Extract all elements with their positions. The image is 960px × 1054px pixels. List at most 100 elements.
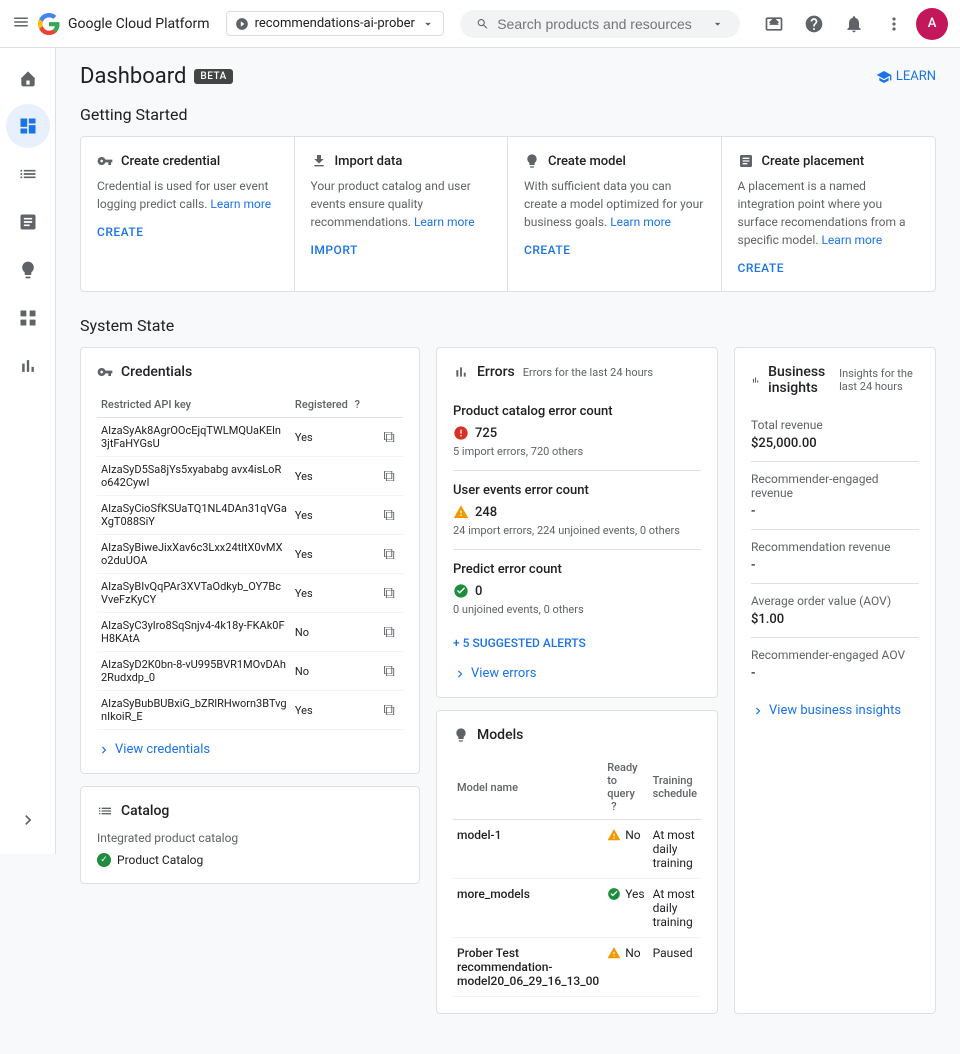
gs-learn-link-import[interactable]: Learn more [414, 215, 475, 229]
copy-cell[interactable]: ⧉ [379, 496, 403, 535]
search-bar[interactable] [460, 10, 740, 38]
table-row: AIzaSyC3ylro8SqSnjv4-4k18y-FKAk0FH8KAtA … [97, 613, 403, 652]
error-detail: 5 import errors, 720 others [453, 445, 701, 458]
copy-cell[interactable]: ⧉ [379, 418, 403, 457]
model-schedule-cell: At most daily training [649, 820, 701, 879]
catalog-item: ✓ Product Catalog [97, 853, 403, 867]
credentials-table: Restricted API key Registered ? AIzaSyAk… [97, 392, 403, 730]
gs-learn-link-credential[interactable]: Learn more [210, 197, 271, 211]
more-icon[interactable] [876, 6, 912, 42]
api-key-cell: AIzaSyC3ylro8SqSnjv4-4k18y-FKAk0FH8KAtA [97, 613, 291, 652]
sidebar-item-chart[interactable] [6, 200, 50, 244]
insight-item: Average order value (AOV) $1.00 [751, 584, 919, 638]
copy-cell[interactable]: ⧉ [379, 691, 403, 730]
gs-learn-link-model[interactable]: Learn more [610, 215, 671, 229]
insights-header: Business insights Insights for the last … [751, 364, 919, 396]
models-title: Models [477, 727, 523, 743]
insight-label: Recommender-engaged AOV [751, 648, 919, 662]
registered-cell: Yes [291, 691, 380, 730]
table-row: AIzaSyD2K0bn-8-vU995BVR1MOvDAh2Rudxdp_0 … [97, 652, 403, 691]
insight-label: Total revenue [751, 418, 919, 432]
insight-label: Recommender-engaged revenue [751, 472, 919, 500]
api-key-cell: AIzaSyAk8AgrOOcEjqTWLMQUaKEln3jtFaHYGsU [97, 418, 291, 457]
insight-value: - [751, 666, 919, 681]
table-row: AIzaSyBIvQqPAr3XVTaOdkyb_OY7BcVveFzKyCY … [97, 574, 403, 613]
view-insights-link[interactable]: View business insights [751, 703, 919, 718]
error-detail: 0 unjoined events, 0 others [453, 603, 701, 616]
sidebar-item-grid[interactable] [6, 296, 50, 340]
catalog-title: Catalog [121, 803, 169, 819]
model-name-cell: Prober Test recommendation-model20_06_29… [453, 938, 603, 997]
gs-card-placement: Create placement A placement is a named … [722, 137, 936, 291]
learn-button[interactable]: LEARN [876, 69, 936, 85]
gs-learn-link-placement[interactable]: Learn more [821, 233, 882, 247]
gs-card-credential: Create credential Credential is used for… [81, 137, 295, 291]
error-title: Predict error count [453, 562, 701, 577]
copy-cell[interactable]: ⧉ [379, 574, 403, 613]
gs-action-model[interactable]: CREATE [524, 243, 705, 257]
gs-action-placement[interactable]: CREATE [738, 261, 920, 275]
insight-item: Total revenue $25,000.00 [751, 408, 919, 462]
model-schedule-cell: At most daily training [649, 879, 701, 938]
getting-started-grid: Create credential Credential is used for… [80, 136, 936, 292]
gs-action-import[interactable]: IMPORT [311, 243, 492, 257]
project-name: recommendations-ai-prober [255, 16, 415, 31]
search-input[interactable] [497, 16, 703, 32]
registered-cell: Yes [291, 418, 380, 457]
model-schedule-cell: Paused [649, 938, 701, 997]
gs-action-credential[interactable]: CREATE [97, 225, 278, 239]
error-item: Predict error count 0 0 unjoined events,… [453, 550, 701, 628]
suggested-alerts-link[interactable]: + 5 SUGGESTED ALERTS [453, 628, 701, 658]
sidebar-item-list[interactable] [6, 152, 50, 196]
help-icon[interactable] [796, 6, 832, 42]
menu-icon[interactable] [12, 13, 30, 35]
catalog-header: Catalog [97, 803, 403, 819]
ready-help-icon[interactable]: ? [611, 800, 616, 813]
col-model-name: Model name [453, 755, 603, 820]
check-circle-icon: ✓ [97, 853, 111, 867]
insight-item: Recommendation revenue - [751, 530, 919, 584]
api-key-cell: AIzaSyBIvQqPAr3XVTaOdkyb_OY7BcVveFzKyCY [97, 574, 291, 613]
catalog-subtitle: Integrated product catalog [97, 831, 403, 845]
sidebar-item-home[interactable] [6, 56, 50, 100]
insight-label: Average order value (AOV) [751, 594, 919, 608]
view-credentials-link[interactable]: View credentials [97, 742, 403, 757]
sidebar-item-lightbulb[interactable] [6, 248, 50, 292]
sidebar-item-expand[interactable] [6, 798, 50, 842]
project-selector[interactable]: recommendations-ai-prober [226, 11, 444, 36]
sidebar-item-bar-chart[interactable] [6, 344, 50, 388]
table-row: AIzaSyCioSfKSUaTQ1NL4DAn31qVGaXgT088SiY … [97, 496, 403, 535]
arrow-right-icon2 [453, 667, 467, 681]
avatar[interactable]: A [916, 8, 948, 40]
errors-card: Errors Errors for the last 24 hours Prod… [436, 347, 718, 698]
sidebar [0, 48, 56, 854]
catalog-item-label: Product Catalog [117, 853, 203, 867]
gs-desc-model: With sufficient data you can create a mo… [524, 177, 705, 231]
errors-title: Errors [477, 364, 515, 380]
insights-title: Business insights [768, 364, 831, 396]
view-errors-link[interactable]: View errors [453, 666, 701, 681]
table-row: Prober Test recommendation-model20_06_29… [453, 938, 701, 997]
system-state-grid: Credentials Restricted API key Registere… [80, 347, 936, 1014]
search-dropdown-icon [711, 16, 724, 32]
catalog-icon [97, 803, 113, 819]
table-row: AIzaSyAk8AgrOOcEjqTWLMQUaKEln3jtFaHYGsU … [97, 418, 403, 457]
gs-title-text: Create credential [121, 154, 220, 169]
gs-card-title-placement: Create placement [738, 153, 920, 169]
copy-cell[interactable]: ⧉ [379, 652, 403, 691]
sidebar-item-dashboard[interactable] [6, 104, 50, 148]
credentials-header: Credentials [97, 364, 403, 380]
right-column: Business insights Insights for the last … [734, 347, 936, 1014]
catalog-card: Catalog Integrated product catalog ✓ Pro… [80, 786, 420, 884]
copy-cell[interactable]: ⧉ [379, 457, 403, 496]
notifications-icon[interactable] [836, 6, 872, 42]
main-content: Dashboard BETA LEARN Getting Started Cre… [56, 48, 960, 1054]
copy-cell[interactable]: ⧉ [379, 613, 403, 652]
insight-value: $25,000.00 [751, 436, 919, 451]
terminal-icon[interactable] [756, 6, 792, 42]
insight-item: Recommender-engaged AOV - [751, 638, 919, 691]
copy-cell[interactable]: ⧉ [379, 535, 403, 574]
error-title: User events error count [453, 483, 701, 498]
registered-help-icon[interactable]: ? [355, 398, 360, 411]
error-item: User events error count 248 24 import er… [453, 471, 701, 550]
